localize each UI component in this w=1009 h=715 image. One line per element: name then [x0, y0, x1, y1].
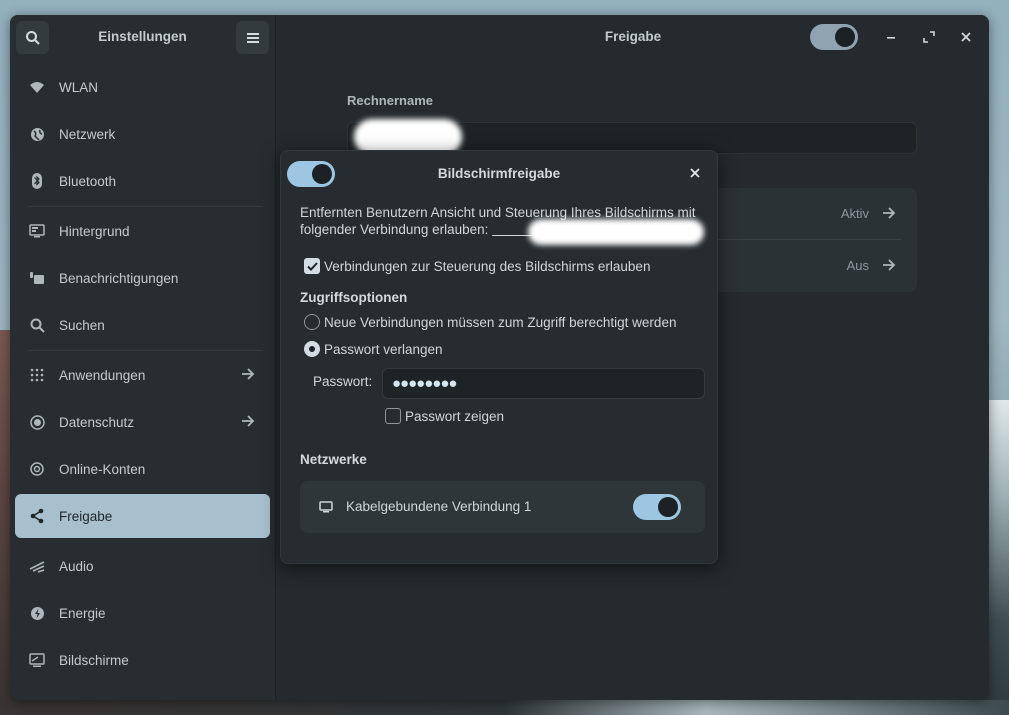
sidebar-separator [28, 350, 262, 351]
close-icon [961, 32, 971, 42]
share-icon [29, 508, 45, 524]
wifi-icon [29, 79, 45, 95]
sidebar-item-label: Bluetooth [59, 173, 117, 189]
apps-grid-icon [29, 367, 45, 383]
show-password-checkbox[interactable]: Passwort zeigen [385, 408, 504, 424]
audio-icon [29, 558, 45, 574]
sidebar-item-label: Bildschirme [59, 652, 129, 668]
sidebar-item-online-konten[interactable]: Online-Konten [15, 447, 270, 491]
power-icon [29, 605, 45, 621]
network-toggle[interactable] [633, 494, 681, 520]
redacted-connection-address [528, 219, 704, 245]
sidebar-item-energie[interactable]: Energie [15, 591, 270, 635]
access-options-heading: Zugriffsoptionen [300, 290, 408, 305]
sidebar-header: Einstellungen [10, 15, 275, 59]
wired-network-icon [319, 501, 333, 516]
arrow-right-icon [881, 257, 897, 276]
sidebar-item-bluetooth[interactable]: Bluetooth [15, 159, 270, 203]
hamburger-menu-icon [246, 32, 259, 43]
dialog-close-button[interactable] [685, 163, 705, 183]
maximize-icon [923, 31, 935, 43]
sidebar-item-label: Suchen [59, 317, 105, 333]
sidebar-item-label: Online-Konten [59, 461, 146, 477]
close-button[interactable] [955, 26, 977, 48]
sidebar-item-label: Hintergrund [59, 223, 130, 239]
checkbox-unchecked-icon [385, 408, 401, 424]
sidebar-item-label: Energie [59, 605, 106, 621]
arrow-right-icon [881, 205, 897, 224]
privacy-icon [29, 414, 45, 430]
content-header: Freigabe [277, 15, 989, 59]
main-menu-button[interactable] [236, 21, 269, 54]
sidebar-item-anwendungen[interactable]: Anwendungen [15, 353, 270, 397]
radio-label: Passwort verlangen [324, 341, 443, 357]
status-label: Aktiv [840, 206, 869, 221]
dialog-title: Bildschirmfreigabe [437, 166, 561, 181]
sidebar-item-datenschutz[interactable]: Datenschutz [15, 400, 270, 444]
sharing-master-toggle[interactable] [810, 24, 858, 50]
network-name: Kabelgebundene Verbindung 1 [346, 499, 532, 514]
radio-new-connections[interactable]: Neue Verbindungen müssen zum Zugriff ber… [304, 314, 676, 330]
sidebar-item-label: Datenschutz [59, 414, 135, 430]
radio-label: Neue Verbindungen müssen zum Zugriff ber… [324, 314, 677, 330]
wallpaper-bottom [0, 700, 1009, 715]
arrow-right-icon [240, 413, 256, 432]
checkbox-checked-icon [304, 258, 320, 274]
checkbox-label: Passwort zeigen [405, 408, 505, 424]
password-input[interactable]: ●●●●●●●● [382, 368, 705, 399]
radio-unselected-icon [304, 314, 320, 330]
sidebar-item-netzwerk[interactable]: Netzwerk [15, 112, 270, 156]
minimize-icon [887, 37, 895, 39]
sidebar-item-label: Anwendungen [59, 367, 146, 383]
bluetooth-icon [29, 173, 45, 189]
status-label: Aus [846, 258, 869, 273]
sidebar-item-freigabe[interactable]: Freigabe [15, 494, 270, 538]
close-icon [690, 168, 700, 178]
arrow-right-icon [240, 366, 256, 385]
toggle-knob [658, 497, 678, 517]
sidebar-item-hintergrund[interactable]: Hintergrund [15, 209, 270, 253]
radio-require-password[interactable]: Passwort verlangen [304, 341, 443, 357]
sidebar-item-benachrichtigungen[interactable]: Benachrichtigungen [15, 256, 270, 300]
display-icon [29, 652, 45, 668]
minimize-button[interactable] [880, 26, 902, 48]
sidebar-item-audio[interactable]: Audio [15, 544, 270, 588]
allow-control-checkbox[interactable]: Verbindungen zur Steuerung des Bildschir… [304, 258, 650, 274]
at-icon [29, 461, 45, 477]
network-row: Kabelgebundene Verbindung 1 [300, 481, 705, 533]
rechnername-label: Rechnername [347, 93, 433, 108]
sidebar-item-label: Benachrichtigungen [59, 270, 179, 286]
radio-selected-icon [304, 341, 320, 357]
toggle-knob [835, 27, 855, 47]
sidebar-separator [28, 206, 262, 207]
sidebar-item-label: Audio [59, 558, 94, 574]
network-globe-icon [29, 126, 45, 142]
password-label: Passwort: [313, 374, 373, 389]
screen-sharing-dialog: Bildschirmfreigabe Entfernten Benutzern … [280, 150, 718, 564]
sidebar-item-suchen[interactable]: Suchen [15, 303, 270, 347]
sidebar: Einstellungen WLAN Netzwerk Bluetooth Hi… [10, 15, 276, 700]
search-icon [29, 317, 45, 333]
maximize-button[interactable] [918, 26, 940, 48]
networks-heading: Netzwerke [300, 452, 367, 467]
sidebar-item-label: Freigabe [59, 508, 113, 524]
sidebar-item-bildschirme[interactable]: Bildschirme [15, 638, 270, 682]
background-icon [29, 223, 45, 239]
sidebar-item-label: Netzwerk [59, 126, 116, 142]
checkbox-label: Verbindungen zur Steuerung des Bildschir… [324, 258, 651, 274]
sidebar-item-wlan[interactable]: WLAN [15, 65, 270, 109]
sidebar-item-label: WLAN [59, 79, 99, 95]
notifications-icon [29, 270, 45, 286]
